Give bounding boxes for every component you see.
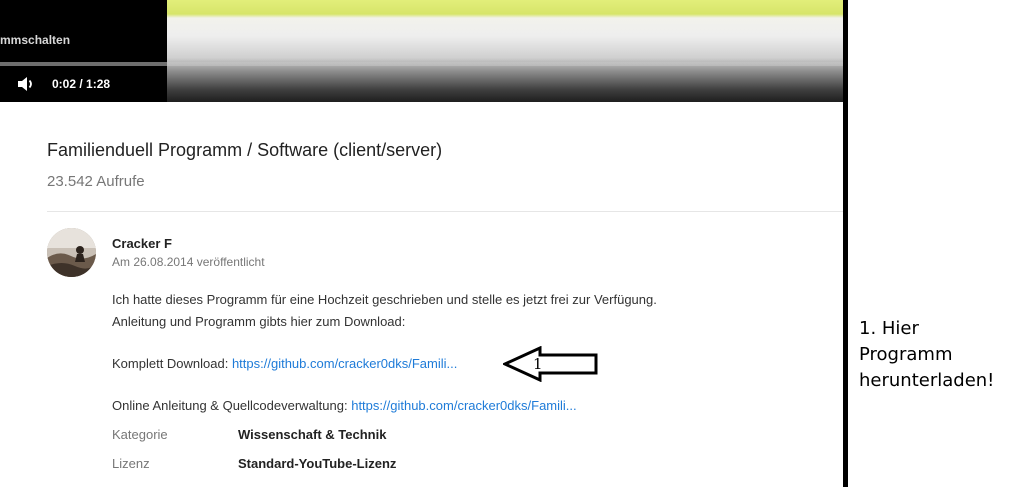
instruction-note: 1. Hier Programm herunterladen! (859, 318, 995, 391)
progress-bar[interactable] (0, 62, 843, 66)
download-line: Komplett Download: https://github.com/cr… (112, 356, 457, 371)
video-annotation-text: mmschalten (0, 33, 71, 47)
video-player[interactable]: mmschalten 0:02 / 1:28 (0, 0, 843, 102)
category-value[interactable]: Wissenschaft & Technik (238, 427, 386, 442)
video-title: Familienduell Programm / Software (clien… (47, 140, 443, 160)
download-link[interactable]: https://github.com/cracker0dks/Famili... (232, 356, 457, 371)
license-label: Lizenz (112, 456, 150, 471)
divider (47, 211, 843, 212)
description-line-2: Anleitung und Programm gibts hier zum Do… (112, 314, 406, 329)
description-line-1: Ich hatte dieses Programm für eine Hochz… (112, 292, 657, 307)
channel-avatar[interactable] (47, 228, 96, 277)
license-value: Standard-YouTube-Lizenz (238, 456, 397, 471)
time-display: 0:02 / 1:28 (52, 77, 111, 91)
separator-line (843, 0, 848, 487)
screenshot: mmschalten 0:02 / 1:28 Familienduell Pro… (0, 0, 1021, 487)
category-label: Kategorie (112, 427, 168, 442)
manual-label: Online Anleitung & Quellcodeverwaltung: (112, 398, 352, 413)
avatar-image (47, 228, 96, 277)
view-count: 23.542 Aufrufe (47, 173, 145, 190)
publish-date: Am 26.08.2014 veröffentlicht (112, 255, 265, 269)
volume-icon[interactable] (16, 75, 36, 93)
arrow-number: 1 (533, 355, 543, 373)
manual-line: Online Anleitung & Quellcodeverwaltung: … (112, 398, 577, 413)
video-frame[interactable] (167, 0, 843, 102)
download-label: Komplett Download: (112, 356, 232, 371)
channel-name[interactable]: Cracker F (112, 236, 172, 251)
left-arrow-icon (503, 346, 598, 382)
manual-link[interactable]: https://github.com/cracker0dks/Famili... (351, 398, 576, 413)
